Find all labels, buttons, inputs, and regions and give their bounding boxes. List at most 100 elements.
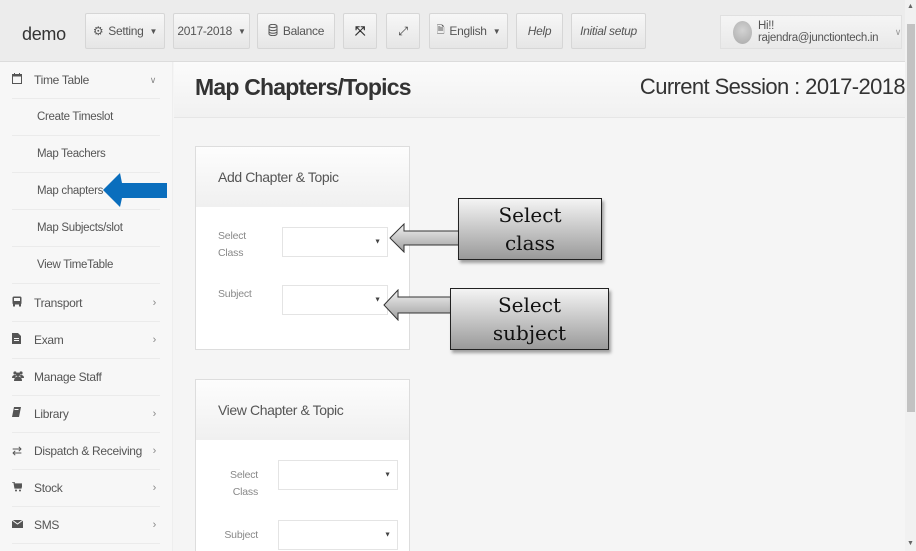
chevron-down-icon: ∨ <box>894 26 902 37</box>
gear-icon: ⚙ <box>92 24 104 38</box>
sidebar-subitem-create-timeslot[interactable]: Create Timeslot <box>12 99 160 136</box>
sidebar-subitem-label: Create Timeslot <box>37 111 114 123</box>
session-label: 2017-2018 <box>177 24 233 38</box>
envelope-icon <box>11 519 34 531</box>
scroll-up-icon[interactable]: ▲ <box>905 0 916 14</box>
sidebar-item-label: Time Table <box>34 73 90 87</box>
sidebar-item-library[interactable]: Library › <box>12 396 160 433</box>
book-icon <box>12 407 34 421</box>
initial-setup-button[interactable]: Initial setup <box>571 13 646 49</box>
scroll-down-icon[interactable]: ▼ <box>905 537 916 551</box>
callout-line: Select <box>498 203 562 227</box>
caret-down-icon: ▼ <box>384 471 391 479</box>
select-class-dropdown[interactable]: ▼ <box>282 227 388 257</box>
compress-icon: ⤧ <box>354 23 366 38</box>
scrollbar-thumb[interactable] <box>907 24 915 412</box>
language-dropdown[interactable]: 🗎 English ▼ <box>429 13 508 49</box>
bus-icon <box>12 296 34 310</box>
subject-label: Subject <box>224 529 258 541</box>
session-dropdown[interactable]: 2017-2018 ▼ <box>173 13 250 49</box>
subject-dropdown[interactable]: ▼ <box>282 285 388 315</box>
page-header: Map Chapters/Topics Current Session : 20… <box>174 62 906 118</box>
sidebar-item-label: Transport <box>34 296 83 310</box>
current-session: Current Session : 2017-2018 <box>639 74 906 99</box>
chevron-right-icon: › <box>152 519 157 531</box>
sidebar-item-label: Dispatch & Receiving <box>34 444 143 458</box>
sidebar-item-dispatch-receiving[interactable]: ⇄ Dispatch & Receiving › <box>12 433 160 470</box>
sidebar-item-label: SMS <box>34 518 60 532</box>
sidebar-subitem-view-timetable[interactable]: View TimeTable <box>12 247 160 284</box>
chevron-right-icon: › <box>152 445 157 457</box>
select-class-callout: Select class <box>458 198 602 260</box>
annotation-arrow-icon <box>389 223 461 253</box>
caret-down-icon: ▼ <box>238 26 246 36</box>
expand-button[interactable]: ⤢ <box>386 13 420 49</box>
help-label: Help <box>527 24 552 38</box>
page-title: Map Chapters/Topics <box>195 74 411 100</box>
caret-down-icon: ▼ <box>149 26 158 36</box>
user-greeting: Hi!! rajendra@junctiontech.in <box>758 20 879 44</box>
brand-logo[interactable]: demo <box>22 24 66 45</box>
label-line: Class <box>232 486 258 498</box>
sidebar-item-stock[interactable]: Stock › <box>12 470 160 507</box>
callout-line: subject <box>492 321 567 345</box>
sidebar-item-exam[interactable]: Exam › <box>12 322 160 359</box>
help-button[interactable]: Help <box>516 13 563 49</box>
callout-line: class <box>504 231 556 255</box>
view-chapter-topic-panel: View Chapter & Topic Select Class ▼ Subj… <box>195 379 410 551</box>
sidebar-subitem-map-teachers[interactable]: Map Teachers <box>12 136 160 173</box>
sidebar-item-label: Manage Staff <box>34 370 102 384</box>
sidebar-item-transport[interactable]: Transport › <box>12 285 160 322</box>
chevron-right-icon: › <box>152 408 157 420</box>
add-chapter-topic-panel: Add Chapter & Topic Select Class ▼ Subje… <box>195 146 410 350</box>
label-line: Select <box>230 469 258 481</box>
initial-setup-label: Initial setup <box>580 24 637 38</box>
language-icon: 🗎 <box>436 24 445 36</box>
label-line: Class <box>218 247 244 259</box>
user-menu[interactable]: Hi!! rajendra@junctiontech.in ∨ <box>720 15 902 49</box>
label-line: Select <box>218 230 246 242</box>
sidebar-item-time-table[interactable]: Time Table ∨ <box>12 62 160 99</box>
sidebar-subitem-map-subjects-slot[interactable]: Map Subjects/slot <box>12 210 160 247</box>
database-icon <box>268 23 278 39</box>
view-subject-dropdown[interactable]: ▼ <box>278 520 398 550</box>
balance-button[interactable]: Balance <box>257 13 335 49</box>
select-class-label: Select Class <box>218 228 246 262</box>
avatar <box>733 20 752 44</box>
select-class-label: Select Class <box>218 467 258 501</box>
panel-title: View Chapter & Topic <box>196 380 409 440</box>
top-navbar: demo ⚙ Setting ▼ 2017-2018 ▼ Balance ⤧ ⤢ 🗎… <box>0 0 905 62</box>
file-icon <box>12 333 34 347</box>
sidebar-subitem-label: Map Subjects/slot <box>37 222 123 234</box>
setting-button[interactable]: ⚙ Setting ▼ <box>85 13 165 49</box>
cart-icon <box>12 480 34 495</box>
highlight-arrow-icon <box>103 173 167 207</box>
page-scrollbar[interactable]: ▲ ▼ <box>905 0 916 551</box>
balance-label: Balance <box>282 24 325 38</box>
setting-label: Setting <box>108 24 144 38</box>
caret-down-icon: ▼ <box>384 531 391 539</box>
fullscreen-button[interactable]: ⤧ <box>343 13 377 49</box>
chevron-right-icon: › <box>152 334 157 346</box>
caret-down-icon: ▼ <box>492 26 501 36</box>
sidebar-subitem-label: Map Teachers <box>37 148 106 160</box>
sidebar-item-label: Exam <box>34 333 64 347</box>
sidebar: Time Table ∨ Create Timeslot Map Teacher… <box>0 62 173 551</box>
calendar-icon <box>12 73 34 87</box>
caret-down-icon: ▼ <box>374 238 381 246</box>
exchange-icon: ⇄ <box>12 444 22 458</box>
expand-icon: ⤢ <box>398 23 408 38</box>
sidebar-subitem-label: Map chapters <box>37 185 104 197</box>
sidebar-item-sms[interactable]: SMS › <box>11 507 160 544</box>
sidebar-item-label: Library <box>34 407 69 421</box>
select-subject-callout: Select subject <box>450 288 609 350</box>
sidebar-item-manage-staff[interactable]: Manage Staff <box>12 359 160 396</box>
view-select-class-dropdown[interactable]: ▼ <box>278 460 398 490</box>
subject-label: Subject <box>218 288 252 300</box>
chevron-down-icon: ∨ <box>149 74 157 85</box>
sidebar-item-label: Stock <box>34 481 63 495</box>
sidebar-subitem-label: View TimeTable <box>37 259 114 271</box>
callout-line: Select <box>497 293 561 317</box>
caret-down-icon: ▼ <box>374 296 381 304</box>
users-icon <box>12 370 34 384</box>
